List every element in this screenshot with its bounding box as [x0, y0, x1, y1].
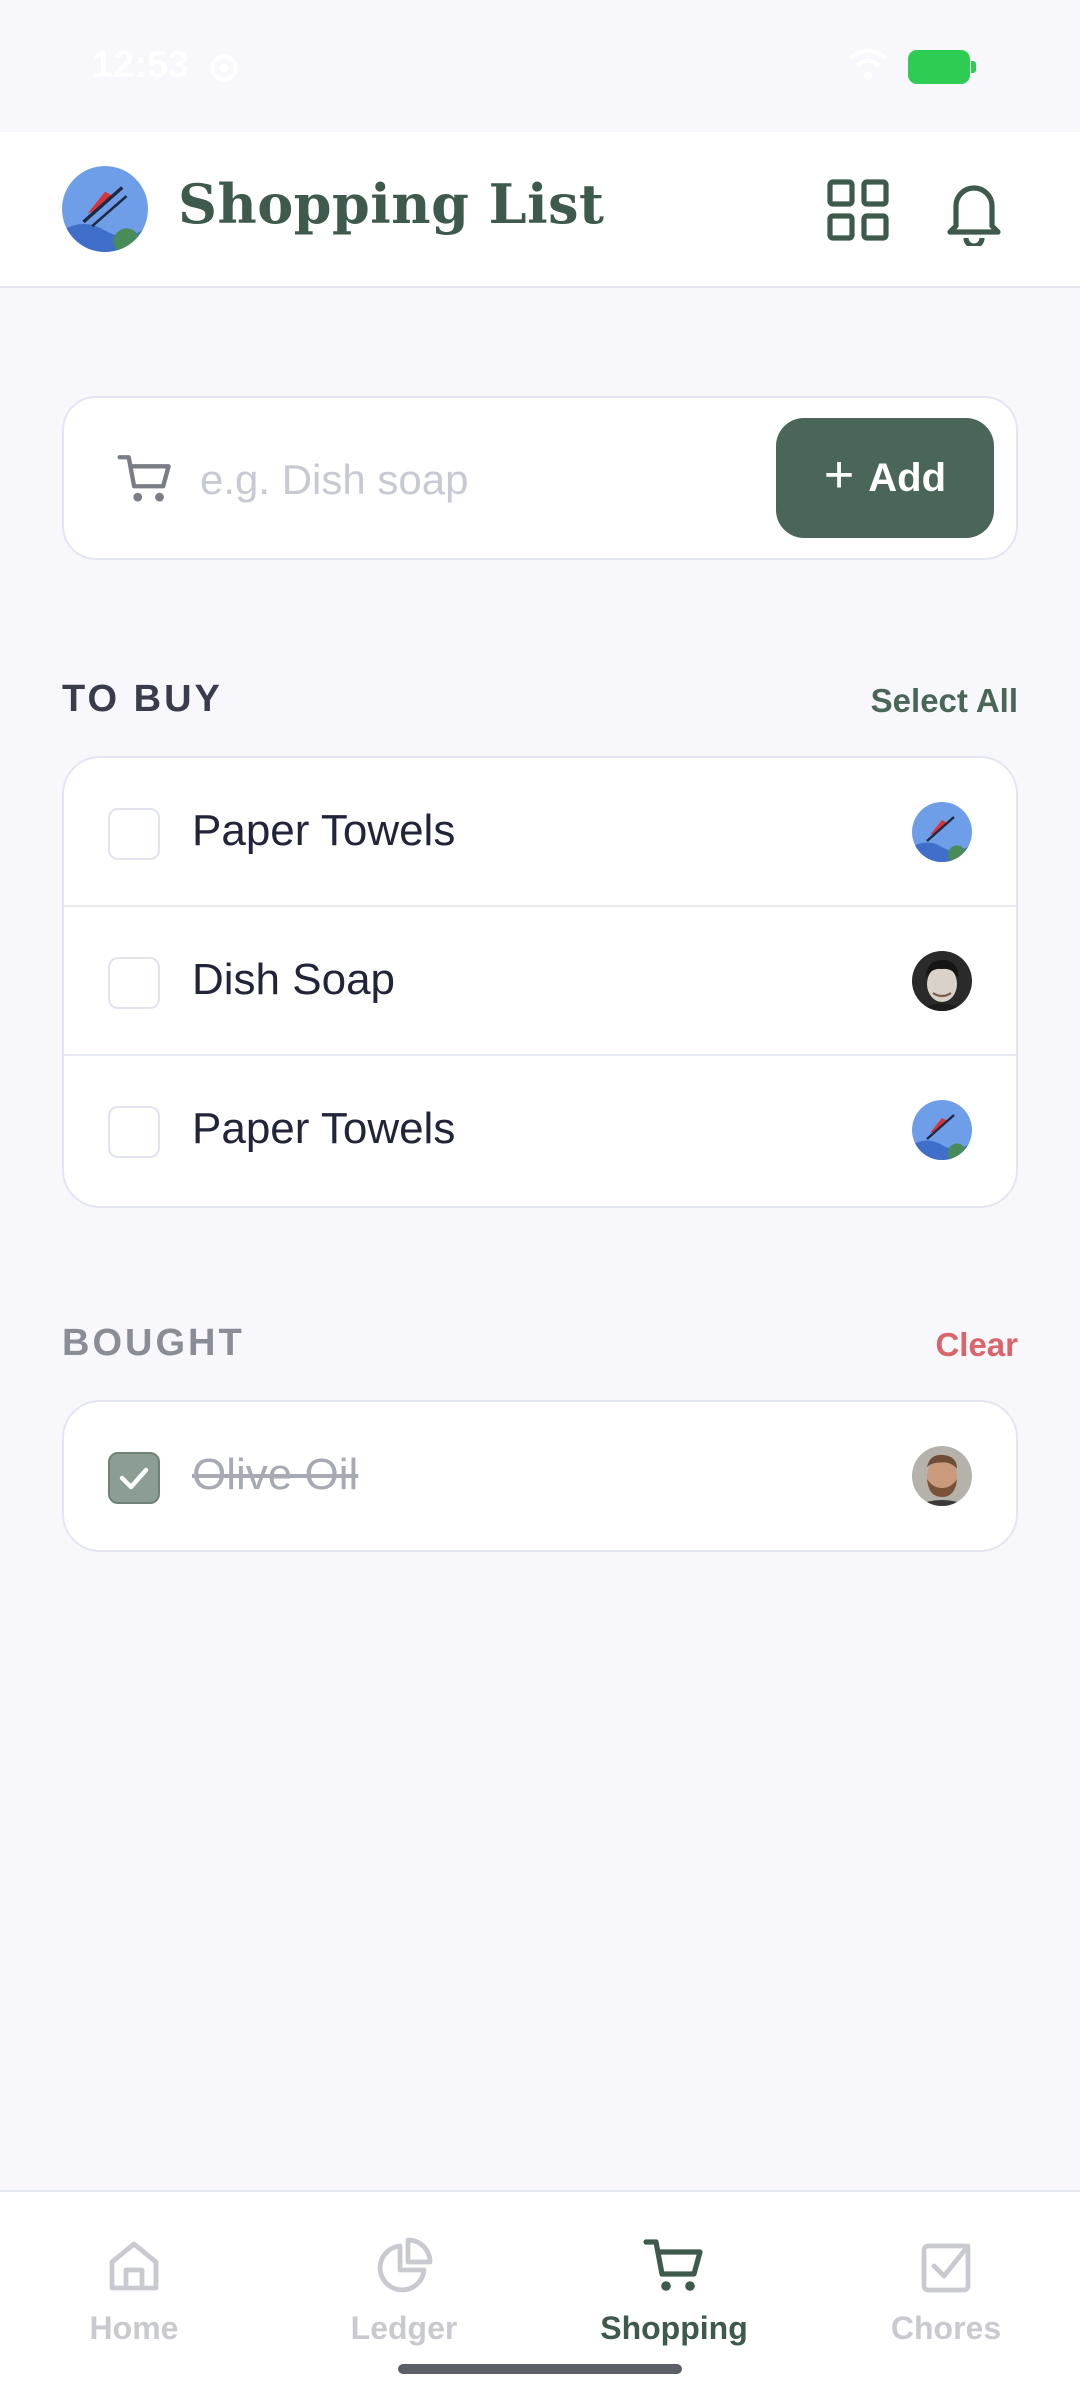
bell-icon — [947, 185, 1001, 249]
home-indicator — [398, 2364, 682, 2374]
cart-icon — [643, 2239, 703, 2291]
item-checkbox-checked[interactable] — [108, 1452, 160, 1504]
app-header: Shopping List — [0, 132, 1080, 288]
grid-view-button[interactable] — [822, 174, 894, 246]
profile-avatar[interactable] — [62, 166, 148, 252]
add-button[interactable]: + Add — [776, 418, 994, 538]
bearded-man-avatar — [912, 1446, 972, 1506]
status-time: 12:53 — [92, 44, 190, 86]
list-item[interactable]: Paper Towels — [64, 758, 1016, 907]
skier-avatar — [912, 1100, 972, 1160]
plus-icon: + — [823, 446, 855, 504]
skier-avatar — [912, 802, 972, 862]
item-checkbox[interactable] — [108, 1106, 160, 1158]
nav-shopping[interactable]: Shopping — [574, 2234, 774, 2347]
bought-heading: BOUGHT — [62, 1322, 245, 1364]
wifi-icon — [846, 46, 890, 86]
select-all-button[interactable]: Select All — [871, 682, 1018, 720]
item-label: Paper Towels — [192, 1104, 456, 1153]
grid-icon — [827, 179, 889, 241]
item-checkbox[interactable] — [108, 808, 160, 860]
item-label: Paper Towels — [192, 806, 456, 855]
bought-list: Olive Oil — [62, 1400, 1018, 1552]
nav-chores[interactable]: Chores — [846, 2234, 1046, 2347]
list-item[interactable]: Dish Soap — [64, 907, 1016, 1056]
add-item-card: + Add — [62, 396, 1018, 560]
nav-home[interactable]: Home — [34, 2234, 234, 2347]
list-item[interactable]: Paper Towels — [64, 1056, 1016, 1205]
item-checkbox[interactable] — [108, 957, 160, 1009]
page-title: Shopping List — [178, 172, 605, 236]
nav-label: Home — [89, 2310, 179, 2346]
pie-chart-icon — [377, 2237, 433, 2293]
check-icon — [119, 1467, 149, 1490]
nav-label: Shopping — [600, 2310, 748, 2346]
clear-button[interactable]: Clear — [935, 1326, 1018, 1364]
battery-icon — [908, 50, 976, 84]
notifications-button[interactable] — [938, 174, 1010, 249]
settings-status-icon — [204, 48, 244, 88]
list-item[interactable]: Olive Oil — [64, 1402, 1016, 1550]
add-item-input[interactable] — [200, 438, 820, 522]
to-buy-heading: TO BUY — [62, 678, 223, 720]
to-buy-list: Paper Towels Dish Soap Paper Towels — [62, 756, 1018, 1208]
status-bar: 12:53 — [0, 0, 1080, 132]
nav-label: Chores — [890, 2310, 1002, 2346]
nav-label: Ledger — [350, 2310, 458, 2346]
add-button-label: Add — [868, 455, 947, 500]
checkbox-icon — [921, 2243, 971, 2293]
man-avatar — [912, 951, 972, 1011]
nav-ledger[interactable]: Ledger — [304, 2234, 504, 2347]
item-label: Olive Oil — [192, 1450, 359, 1499]
item-label: Dish Soap — [192, 955, 396, 1004]
cart-icon — [116, 450, 174, 508]
home-icon — [109, 2241, 159, 2291]
